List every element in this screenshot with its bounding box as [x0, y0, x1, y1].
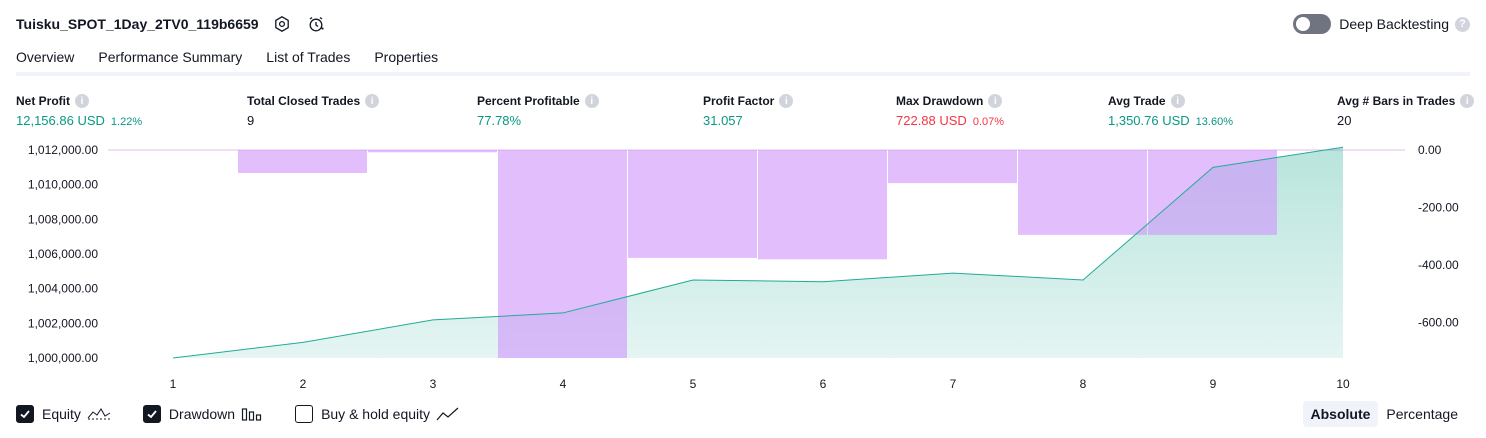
top-bar: Tuisku_SPOT_1Day_2TV0_119b6659 — [16, 12, 327, 36]
buy-hold-line-icon — [436, 406, 460, 422]
drawdown-axis-tick: -200.00 — [1418, 201, 1459, 215]
drawdown-bar — [1148, 150, 1277, 235]
equity-axis-tick: 1,012,000.00 — [28, 143, 98, 157]
x-axis-tick: 4 — [560, 377, 567, 391]
info-icon[interactable]: i — [779, 94, 794, 108]
x-axis-tick: 5 — [690, 377, 697, 391]
settings-icon[interactable] — [271, 13, 293, 35]
metric-label: Total Closed Trades — [247, 94, 361, 108]
drawdown-checkbox[interactable] — [142, 405, 161, 423]
metric-label: Percent Profitable — [477, 94, 580, 108]
metric-label: Profit Factor — [703, 94, 775, 108]
tabs-divider — [16, 72, 1470, 76]
metric-net-profit: Net Profit i 12,156.86 USD 1.22% — [16, 93, 142, 128]
buy-hold-checkbox[interactable] — [295, 405, 314, 423]
drawdown-bars-icon — [241, 406, 263, 422]
equity-line-icon — [87, 406, 111, 422]
drawdown-label: Drawdown — [168, 406, 236, 422]
metric-value: 20 — [1337, 113, 1352, 128]
metric-avg-bars-in-trades: Avg # Bars in Trades i 20 — [1337, 93, 1475, 128]
x-axis-tick: 10 — [1336, 377, 1350, 391]
equity-checkbox[interactable] — [16, 405, 34, 423]
metric-label: Net Profit — [16, 94, 70, 108]
alert-clock-icon[interactable] — [305, 13, 327, 35]
x-axis-tick: 9 — [1210, 377, 1217, 391]
equity-label: Equity — [42, 406, 81, 422]
drawdown-axis-tick: 0.00 — [1418, 143, 1442, 157]
equity-axis-tick: 1,006,000.00 — [28, 247, 98, 261]
buy-hold-label: Buy & hold equity — [321, 406, 431, 422]
info-icon[interactable]: i — [1460, 94, 1475, 108]
toggle-knob — [1296, 17, 1311, 31]
metric-value: 31.057 — [703, 113, 743, 128]
drawdown-bar — [628, 150, 757, 258]
metric-value: 9 — [247, 113, 255, 128]
info-icon[interactable]: i — [584, 94, 599, 108]
percentage-button[interactable]: Percentage — [1378, 401, 1466, 427]
metric-total-closed-trades: Total Closed Trades i 9 — [247, 93, 380, 128]
x-axis-tick: 3 — [430, 377, 437, 391]
value-mode-switch: Absolute Percentage — [1302, 401, 1467, 427]
absolute-button[interactable]: Absolute — [1302, 401, 1379, 427]
metric-percent: 13.60% — [1195, 116, 1233, 128]
metric-value: 12,156.86 USD — [16, 113, 105, 128]
legend-buy-hold[interactable]: Buy & hold equity — [295, 405, 460, 423]
legend-drawdown[interactable]: Drawdown — [142, 405, 263, 423]
strategy-title: Tuisku_SPOT_1Day_2TV0_119b6659 — [16, 16, 259, 32]
chart-legend: Equity Drawdown Buy & hold equity — [16, 403, 492, 425]
equity-axis-tick: 1,002,000.00 — [28, 316, 98, 330]
metric-avg-trade: Avg Trade i 1,350.76 USD 13.60% — [1108, 93, 1233, 128]
legend-equity[interactable]: Equity — [16, 405, 111, 423]
x-axis-tick: 1 — [170, 377, 177, 391]
help-icon[interactable]: ? — [1455, 16, 1470, 32]
info-icon[interactable]: i — [365, 94, 380, 108]
info-icon[interactable]: i — [1170, 94, 1185, 108]
drawdown-bar — [888, 150, 1017, 184]
equity-axis-tick: 1,010,000.00 — [28, 178, 98, 192]
deep-backtesting-toggle[interactable] — [1293, 14, 1332, 34]
metric-value: 1,350.76 USD — [1108, 113, 1190, 128]
drawdown-axis-tick: -600.00 — [1418, 316, 1459, 330]
metric-label: Avg Trade — [1108, 94, 1166, 108]
equity-drawdown-chart[interactable]: 1,012,000.00 1,010,000.00 1,008,000.00 1,00… — [0, 140, 1486, 395]
equity-axis-tick: 1,004,000.00 — [28, 282, 98, 296]
drawdown-bar — [368, 150, 497, 153]
metric-value: 77.78% — [477, 113, 522, 128]
metric-profit-factor: Profit Factor i 31.057 — [703, 93, 794, 128]
metric-percent: 0.07% — [972, 116, 1005, 128]
x-axis-tick: 7 — [950, 377, 957, 391]
drawdown-bar — [238, 150, 367, 174]
metric-percent: 1.22% — [110, 116, 143, 128]
metric-label: Avg # Bars in Trades — [1337, 94, 1456, 108]
metric-label: Max Drawdown — [896, 94, 984, 108]
deep-backtesting-label: Deep Backtesting — [1339, 16, 1449, 32]
drawdown-bar — [758, 150, 887, 260]
metric-max-drawdown: Max Drawdown i 722.88 USD 0.07% — [896, 93, 1004, 128]
drawdown-bar — [498, 150, 627, 358]
drawdown-bar — [1018, 150, 1147, 235]
metric-percent-profitable: Percent Profitable i 77.78% — [477, 93, 599, 128]
x-axis-tick: 6 — [820, 377, 827, 391]
deep-backtesting: Deep Backtesting ? — [1293, 13, 1470, 35]
equity-axis-tick: 1,000,000.00 — [28, 351, 98, 365]
x-axis-tick: 2 — [300, 377, 307, 391]
info-icon[interactable]: i — [988, 94, 1003, 108]
equity-axis-tick: 1,008,000.00 — [28, 212, 98, 226]
metric-value: 722.88 USD — [896, 113, 967, 128]
drawdown-axis-tick: -400.00 — [1418, 258, 1459, 272]
x-axis-tick: 8 — [1080, 377, 1087, 391]
info-icon[interactable]: i — [75, 94, 89, 108]
